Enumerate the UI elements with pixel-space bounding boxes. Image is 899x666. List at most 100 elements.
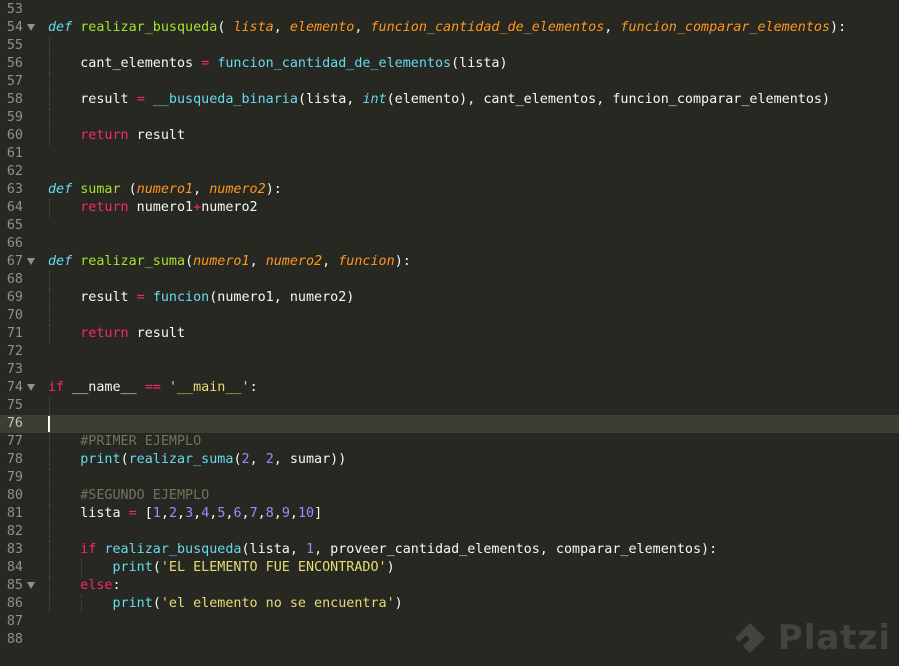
code-line[interactable]: 61 xyxy=(0,145,899,163)
fold-arrow-icon[interactable] xyxy=(27,258,35,265)
code-text[interactable]: return result xyxy=(48,127,185,145)
code-line[interactable]: 83 if realizar_busqueda(lista, 1, provee… xyxy=(0,541,899,559)
code-token: else xyxy=(80,578,113,593)
code-token: result xyxy=(128,128,186,143)
code-line[interactable]: 56 cant_elementos = funcion_cantidad_de_… xyxy=(0,55,899,73)
code-token: __name__ xyxy=(64,380,145,395)
code-token: , xyxy=(241,506,250,521)
code-text[interactable]: return numero1+numero2 xyxy=(48,199,257,217)
code-line[interactable]: 58 result = __busqueda_binaria(lista, in… xyxy=(0,91,899,109)
code-text[interactable]: result = __busqueda_binaria(lista, int(e… xyxy=(48,91,830,109)
code-line[interactable]: 64 return numero1+numero2 xyxy=(0,199,899,217)
code-line[interactable]: 69 result = funcion(numero1, numero2) xyxy=(0,289,899,307)
code-line[interactable]: 76 xyxy=(0,415,899,433)
code-text[interactable]: print(realizar_suma(2, 2, sumar)) xyxy=(48,451,346,469)
code-line[interactable]: 63 def sumar (numero1, numero2): xyxy=(0,181,899,199)
code-line[interactable]: 79 xyxy=(0,469,899,487)
code-text[interactable]: #SEGUNDO EJEMPLO xyxy=(48,487,209,505)
code-line[interactable]: 81 lista = [1,2,3,4,5,6,7,8,9,10] xyxy=(0,505,899,523)
code-token: realizar_busqueda xyxy=(80,20,218,35)
code-text[interactable]: else: xyxy=(48,577,121,595)
code-text[interactable]: def realizar_busqueda( lista, elemento, … xyxy=(48,19,846,37)
code-token: result xyxy=(48,92,137,107)
code-line[interactable]: 77 #PRIMER EJEMPLO xyxy=(0,433,899,451)
code-line[interactable]: 66 xyxy=(0,235,899,253)
code-token: : xyxy=(112,578,121,593)
code-text[interactable]: if realizar_busqueda(lista, 1, proveer_c… xyxy=(48,541,717,559)
line-number: 88 xyxy=(6,632,23,647)
code-text[interactable]: def sumar (numero1, numero2): xyxy=(48,181,282,199)
indent-guide xyxy=(49,397,50,415)
indent-guide xyxy=(49,469,50,487)
line-number: 84 xyxy=(6,560,23,575)
code-line[interactable]: 59 xyxy=(0,109,899,127)
code-line[interactable]: 86 print('el elemento no se encuentra') xyxy=(0,595,899,613)
code-line[interactable]: 62 xyxy=(0,163,899,181)
code-token: funcion xyxy=(152,290,210,305)
line-number: 74 xyxy=(6,380,23,395)
code-line[interactable]: 70 xyxy=(0,307,899,325)
code-text[interactable]: #PRIMER EJEMPLO xyxy=(48,433,201,451)
line-number: 87 xyxy=(6,614,23,629)
code-token: 3 xyxy=(185,506,194,521)
code-line[interactable]: 60 return result xyxy=(0,127,899,145)
code-line[interactable]: 54 def realizar_busqueda( lista, elemento… xyxy=(0,19,899,37)
code-token: cant_elementos xyxy=(48,56,202,71)
code-token: 9 xyxy=(281,506,290,521)
fold-arrow-icon[interactable] xyxy=(27,582,35,589)
code-line[interactable]: 82 xyxy=(0,523,899,541)
code-token: + xyxy=(193,200,202,215)
fold-arrow-icon[interactable] xyxy=(27,24,35,31)
code-token: 1 xyxy=(306,542,315,557)
code-token: return xyxy=(80,128,129,143)
code-token: lista xyxy=(48,506,129,521)
code-line[interactable]: 75 xyxy=(0,397,899,415)
code-text[interactable]: lista = [1,2,3,4,5,6,7,8,9,10] xyxy=(48,505,322,523)
code-token: , xyxy=(249,452,266,467)
code-line[interactable]: 68 xyxy=(0,271,899,289)
code-line[interactable]: 72 xyxy=(0,343,899,361)
code-line[interactable]: 84 print('EL ELEMENTO FUE ENCONTRADO') xyxy=(0,559,899,577)
code-line[interactable]: 78 print(realizar_suma(2, 2, sumar)) xyxy=(0,451,899,469)
code-token: ( xyxy=(120,452,129,467)
code-token: , xyxy=(177,506,186,521)
line-number: 69 xyxy=(6,290,23,305)
code-line[interactable]: 65 xyxy=(0,217,899,235)
watermark-text: Platzi xyxy=(777,618,891,658)
code-token: ( xyxy=(217,20,234,35)
indent-guide xyxy=(49,73,50,91)
code-line[interactable]: 73 xyxy=(0,361,899,379)
code-editor[interactable]: 53 54 def realizar_busqueda( lista, elemen… xyxy=(0,0,899,666)
code-token: ( xyxy=(152,560,161,575)
code-line[interactable]: 55 xyxy=(0,37,899,55)
code-token: 2 xyxy=(168,506,177,521)
code-text[interactable]: result = funcion(numero1, numero2) xyxy=(48,289,354,307)
code-token: ( xyxy=(185,254,194,269)
code-line[interactable]: 74 if __name__ == '__main__': xyxy=(0,379,899,397)
code-token: = xyxy=(128,506,137,521)
code-text[interactable]: print('EL ELEMENTO FUE ENCONTRADO') xyxy=(48,559,395,577)
code-text[interactable]: def realizar_suma(numero1, numero2, func… xyxy=(48,253,411,271)
code-line[interactable]: 71 return result xyxy=(0,325,899,343)
code-token: print xyxy=(112,596,153,611)
code-token: ( xyxy=(120,182,137,197)
code-text[interactable]: return result xyxy=(48,325,185,343)
code-line[interactable]: 67 def realizar_suma(numero1, numero2, fu… xyxy=(0,253,899,271)
fold-arrow-icon[interactable] xyxy=(27,384,35,391)
code-line[interactable]: 85 else: xyxy=(0,577,899,595)
code-token: , xyxy=(193,182,210,197)
code-text[interactable]: if __name__ == '__main__': xyxy=(48,379,258,397)
code-line[interactable]: 53 xyxy=(0,1,899,19)
line-number: 53 xyxy=(6,2,23,17)
code-text[interactable]: cant_elementos = funcion_cantidad_de_ele… xyxy=(48,55,507,73)
code-line[interactable]: 57 xyxy=(0,73,899,91)
code-token: result xyxy=(48,290,137,305)
code-line[interactable]: 80 #SEGUNDO EJEMPLO xyxy=(0,487,899,505)
code-text[interactable]: print('el elemento no se encuentra') xyxy=(48,595,403,613)
